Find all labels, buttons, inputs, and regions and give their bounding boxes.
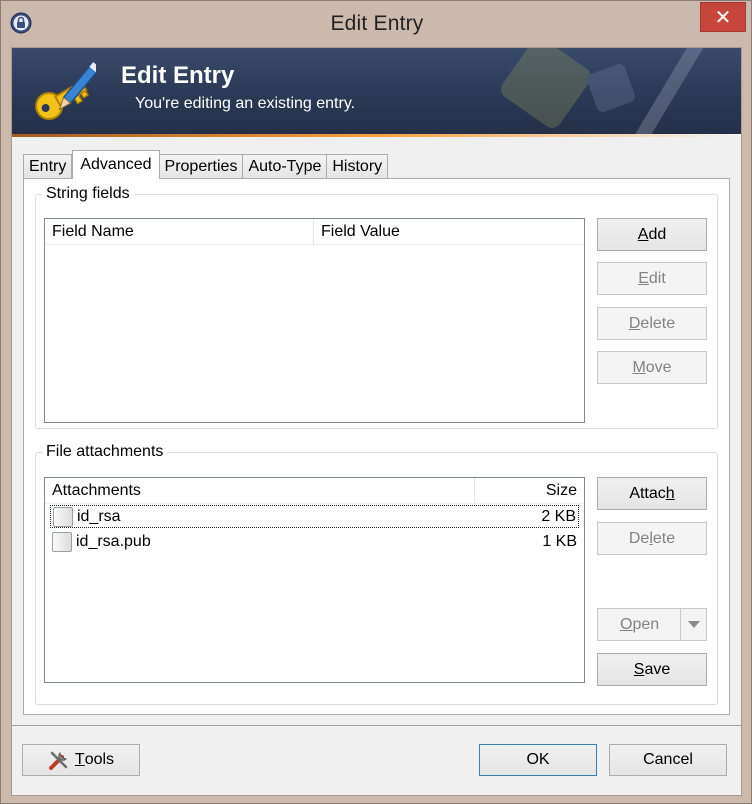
key-pencil-icon [35, 62, 96, 120]
footer-separator [12, 725, 741, 726]
column-field-name[interactable]: Field Name [45, 219, 314, 245]
move-field-button[interactable]: Move [597, 351, 707, 384]
tools-button[interactable]: Tools [22, 744, 140, 776]
save-attachment-button[interactable]: Save [597, 653, 707, 686]
open-attachment-button[interactable]: Open [597, 608, 707, 641]
string-fields-list[interactable]: Field Name Field Value [44, 218, 585, 423]
attach-button[interactable]: Attac h [597, 477, 707, 510]
tab-history[interactable]: History [326, 154, 389, 179]
tab-auto-type[interactable]: Auto-Type [242, 154, 328, 179]
tab-entry[interactable]: Entry [23, 154, 73, 179]
attachments-header: Attachments Size [45, 478, 584, 504]
delete-attachment-button[interactable]: De l ete [597, 522, 707, 555]
attachment-row[interactable]: id_rsa.pub 1 KB [50, 530, 579, 553]
open-dropdown-arrow[interactable] [680, 609, 706, 640]
attachment-size: 2 KB [541, 507, 576, 525]
close-icon: ✕ [714, 6, 732, 29]
edit-field-button[interactable]: Edit [597, 262, 707, 295]
keepass-lock-icon[interactable] [10, 12, 32, 34]
column-size[interactable]: Size [475, 478, 584, 504]
banner-subtitle: You're editing an existing entry. [135, 95, 356, 112]
file-icon [53, 506, 73, 527]
add-field-button[interactable]: Add [597, 218, 707, 251]
tools-icon [48, 751, 68, 770]
attachment-row[interactable]: id_rsa 2 KB [50, 505, 579, 528]
ok-button[interactable]: OK [479, 744, 597, 776]
attachment-name: id_rsa [77, 507, 121, 525]
window-frame: Edit Entry ✕ Edit Entry You're editing a… [0, 0, 752, 804]
chevron-down-icon [687, 620, 700, 628]
tab-panel-advanced: String fields Field Name Field Value Add… [23, 178, 730, 715]
dialog-client: Edit Entry You're editing an existing en… [11, 47, 742, 796]
file-icon [52, 531, 72, 552]
close-button[interactable]: ✕ [700, 2, 746, 32]
banner-watermark-icon [501, 48, 704, 137]
banner-title: Edit Entry [121, 62, 235, 89]
banner: Edit Entry You're editing an existing en… [12, 48, 741, 137]
tab-advanced[interactable]: Advanced [72, 150, 160, 179]
cancel-button[interactable]: Cancel [609, 744, 727, 776]
window-title: Edit Entry [330, 12, 424, 35]
column-attachments[interactable]: Attachments [45, 478, 475, 504]
file-attachments-legend: File attachments [46, 443, 164, 460]
attachment-name: id_rsa.pub [76, 532, 151, 550]
string-fields-header: Field Name Field Value [45, 219, 584, 245]
title-bar: Edit Entry ✕ [1, 1, 752, 47]
tab-strip: Entry Advanced Properties Auto-Type Hist… [23, 150, 389, 179]
banner-accent-stripe [12, 134, 741, 137]
tab-properties[interactable]: Properties [158, 154, 244, 179]
string-fields-legend: String fields [46, 185, 130, 202]
column-field-value[interactable]: Field Value [314, 219, 584, 245]
attachment-size: 1 KB [542, 532, 577, 550]
attachments-list[interactable]: Attachments Size id_rsa 2 KB id_rsa.pub … [44, 477, 585, 683]
delete-field-button[interactable]: Delete [597, 307, 707, 340]
